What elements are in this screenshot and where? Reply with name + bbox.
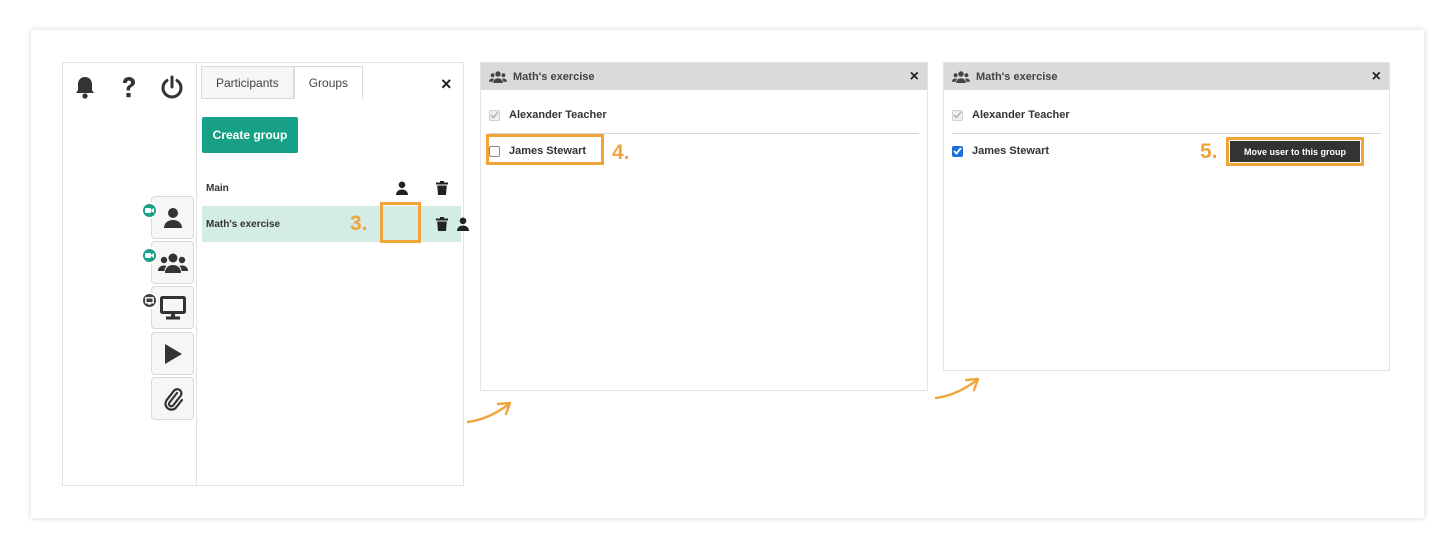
panel-title: Math's exercise: [976, 70, 1058, 83]
sidebar-toolbar: [63, 63, 197, 485]
participants-groups-panel: Participants Groups × Create group Main …: [62, 62, 469, 486]
divider: [952, 133, 1381, 134]
group-video-button[interactable]: [151, 241, 194, 284]
create-group-button[interactable]: Create group: [202, 117, 298, 153]
arrow-icon: [934, 377, 980, 400]
user-name: Alexander Teacher: [972, 109, 1070, 121]
play-button[interactable]: [151, 332, 194, 375]
panel-tabs: Participants Groups: [201, 66, 364, 99]
bell-icon[interactable]: [71, 73, 99, 101]
screen-status-icon: [141, 292, 158, 309]
user-icon[interactable]: [394, 180, 410, 196]
panel-header: Math's exercise ×: [944, 63, 1389, 90]
trash-icon[interactable]: [434, 216, 450, 232]
help-icon[interactable]: [115, 73, 143, 101]
group-members-panel-after: Math's exercise × Alexander Teacher Jame…: [943, 62, 1390, 371]
arrow-icon: [466, 401, 512, 424]
attachment-button[interactable]: [151, 377, 194, 420]
trash-icon[interactable]: [434, 180, 450, 196]
move-user-to-group-button[interactable]: Move user to this group: [1230, 141, 1360, 162]
step-5-label: 5.: [1200, 140, 1218, 163]
close-icon[interactable]: ×: [910, 68, 919, 86]
user-icon[interactable]: [455, 216, 471, 232]
group-row-maths-exercise[interactable]: Math's exercise: [202, 206, 469, 242]
user-name: James Stewart: [972, 145, 1050, 157]
user-row-alexander-teacher: Alexander Teacher: [489, 109, 607, 121]
checkbox-disabled: [952, 109, 963, 121]
user-row-alexander-teacher: Alexander Teacher: [952, 109, 1070, 121]
user-checkbox-checked[interactable]: [952, 145, 963, 157]
users-icon: [489, 70, 507, 83]
camera-status-icon: [141, 247, 158, 264]
user-name: Alexander Teacher: [509, 109, 607, 121]
participant-video-button[interactable]: [151, 196, 194, 239]
close-icon[interactable]: ×: [441, 75, 452, 93]
group-name: Main: [206, 182, 229, 194]
power-icon[interactable]: [158, 73, 186, 101]
panel-header: Math's exercise ×: [481, 63, 927, 90]
paperclip-icon: [163, 387, 183, 411]
tab-participants[interactable]: Participants: [201, 66, 294, 99]
panel-title: Math's exercise: [513, 70, 595, 83]
step-3-highlight: [380, 202, 421, 243]
users-icon: [952, 70, 970, 83]
step-3-label: 3.: [350, 212, 368, 235]
users-icon: [157, 253, 188, 273]
monitor-icon: [159, 295, 186, 319]
play-icon: [164, 343, 182, 364]
group-name: Math's exercise: [206, 218, 281, 230]
user-row-james-stewart[interactable]: James Stewart: [952, 145, 1049, 157]
checkbox-disabled: [489, 109, 500, 121]
close-icon[interactable]: ×: [1372, 68, 1381, 86]
group-members-panel-before: Math's exercise × Alexander Teacher Jame…: [480, 62, 928, 391]
user-icon: [163, 207, 182, 228]
camera-status-icon: [141, 202, 158, 219]
step-4-highlight: [486, 134, 604, 165]
screen-share-button[interactable]: [151, 286, 194, 329]
tab-groups[interactable]: Groups: [293, 66, 364, 99]
step-4-label: 4.: [612, 141, 630, 164]
group-row-main[interactable]: Main: [202, 170, 461, 206]
